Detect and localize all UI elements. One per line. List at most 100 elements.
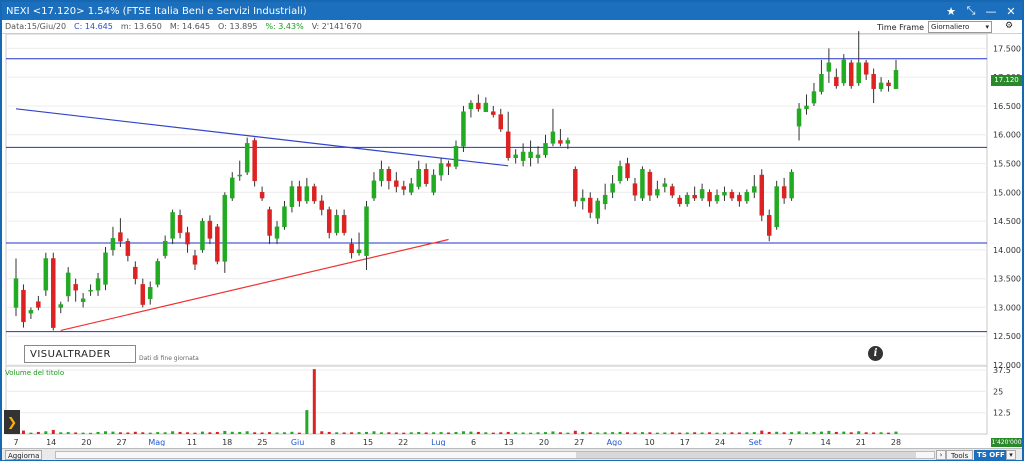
candle-body	[140, 284, 146, 305]
volume-bar	[81, 432, 85, 434]
expand-panel-icon[interactable]: ❯	[4, 410, 20, 434]
volume-bar	[447, 432, 451, 434]
price-chart[interactable]: 17.50017.00016.50016.00015.50015.00014.5…	[2, 2, 1022, 446]
candle-body	[267, 209, 272, 236]
candle-body	[528, 151, 533, 159]
candle-body	[878, 82, 884, 89]
volume-bar	[439, 432, 443, 434]
candle-body	[834, 76, 839, 87]
volume-bar	[782, 432, 786, 434]
volume-bar	[581, 431, 585, 434]
x-tick-label: Set	[749, 438, 762, 446]
candle-body	[535, 154, 541, 159]
volume-bar	[141, 432, 145, 434]
volume-bar	[320, 431, 324, 434]
candle-body	[21, 289, 26, 323]
volume-bar	[775, 431, 779, 434]
volume-bar	[849, 432, 853, 434]
volume-bar	[551, 431, 555, 434]
candle-body	[737, 194, 742, 202]
candle-body	[573, 169, 578, 202]
candle-body	[319, 200, 325, 210]
candle-body	[438, 163, 444, 176]
refresh-button[interactable]: Aggiorna	[5, 450, 43, 460]
volume-bar	[543, 432, 547, 434]
candle-body	[259, 192, 265, 199]
candle-body	[58, 304, 63, 308]
candle-body	[88, 289, 93, 292]
price-tick-label: 16.500	[993, 102, 1021, 111]
x-tick-label: 10	[645, 438, 655, 446]
candle-body	[51, 258, 56, 328]
volume-bar	[514, 432, 518, 434]
candle-body	[483, 102, 489, 112]
volume-bar	[290, 431, 294, 434]
candle-body	[304, 186, 310, 202]
candle-body	[684, 194, 690, 205]
candle-body	[871, 74, 876, 89]
candle-body	[155, 261, 160, 285]
candle-body	[416, 169, 421, 187]
candle-body	[282, 206, 287, 228]
volume-bar	[163, 432, 167, 434]
volume-bar	[268, 432, 272, 434]
candle-body	[177, 215, 183, 233]
candle-body	[722, 192, 727, 196]
candle-body	[147, 287, 153, 300]
last-price-tag: 17.120	[991, 75, 1022, 86]
volume-bar	[454, 431, 458, 434]
volume-bar	[74, 432, 78, 434]
candle-body	[632, 183, 638, 196]
x-tick-label: 7	[788, 438, 793, 446]
volume-bar	[230, 431, 234, 434]
volume-bar	[59, 432, 63, 434]
candle-body	[446, 163, 451, 167]
price-tick-label: 13.500	[993, 275, 1021, 284]
volume-bar	[618, 431, 622, 434]
volume-bar	[819, 431, 823, 434]
x-tick-label: 22	[398, 438, 408, 446]
volume-bar	[335, 432, 339, 434]
x-tick-label: 17	[680, 438, 690, 446]
volume-bar	[186, 432, 190, 434]
volume-bar	[275, 432, 279, 434]
scroll-right-icon[interactable]: ›	[936, 450, 946, 460]
candle-body	[498, 114, 503, 130]
volume-bar	[417, 431, 421, 434]
candle-body	[893, 70, 899, 89]
candle-body	[230, 177, 235, 199]
volume-bar	[842, 431, 846, 434]
candle-body	[826, 62, 832, 72]
candle-body	[856, 62, 861, 84]
volume-bar	[693, 432, 697, 434]
ts-off-button[interactable]: TS OFF	[974, 450, 1008, 460]
scrollbar-thumb[interactable]	[576, 452, 916, 458]
last-volume-tag: 1'420'000	[991, 438, 1022, 447]
volume-bar	[670, 432, 674, 434]
volume-bar	[685, 432, 689, 434]
candle-body	[595, 200, 600, 219]
candle-body	[886, 82, 891, 87]
candle-body	[819, 74, 824, 92]
volume-bar	[491, 432, 495, 434]
candle-body	[580, 197, 586, 202]
candle-body	[349, 243, 354, 253]
volume-bar	[603, 432, 607, 434]
candle-body	[200, 220, 205, 251]
candle-body	[677, 197, 682, 205]
volume-bar	[857, 431, 861, 434]
statusbar-menu-icon[interactable]: ▾	[1006, 450, 1016, 460]
info-icon[interactable]: i	[868, 346, 883, 361]
volume-bar	[499, 432, 503, 434]
tools-button[interactable]: Tools	[946, 450, 974, 460]
volume-bar	[611, 432, 615, 434]
volume-bar	[223, 430, 227, 434]
candle-body	[602, 194, 608, 205]
volume-bar	[730, 432, 734, 434]
candle-body	[841, 59, 847, 84]
volume-bar	[118, 432, 122, 434]
volume-bar	[424, 432, 428, 434]
volume-bar	[111, 431, 115, 434]
time-scrollbar[interactable]	[55, 451, 935, 459]
candle-body	[565, 140, 571, 144]
